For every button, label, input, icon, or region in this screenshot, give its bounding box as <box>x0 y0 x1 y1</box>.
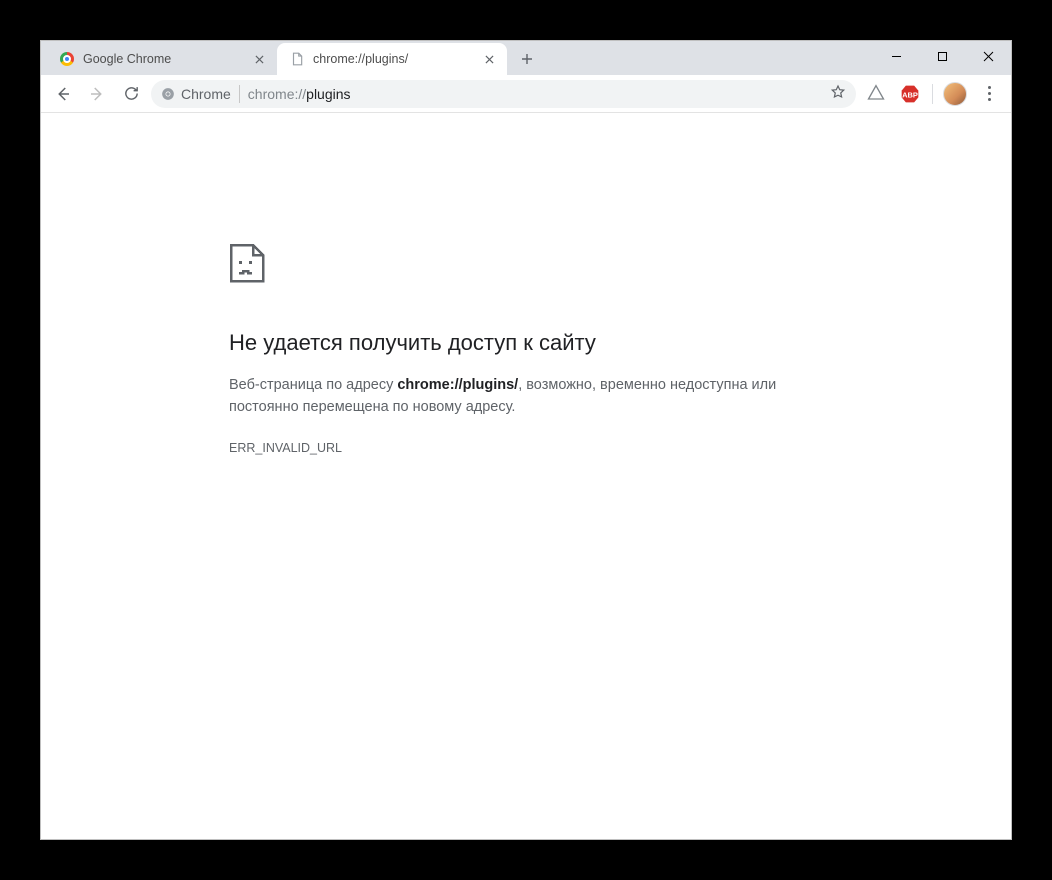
browser-window: Google Chrome chrome://plugins/ <box>40 40 1012 840</box>
toolbar: Chrome chrome://plugins ABP <box>41 75 1011 113</box>
chrome-menu-button[interactable] <box>975 80 1003 108</box>
error-message: Веб-страница по адресу chrome://plugins/… <box>229 374 809 419</box>
back-button[interactable] <box>49 80 77 108</box>
error-title: Не удается получить доступ к сайту <box>229 330 1011 356</box>
tab-title: chrome://plugins/ <box>313 52 473 66</box>
tab-active[interactable]: chrome://plugins/ <box>277 43 507 75</box>
yandex-extension-icon[interactable] <box>862 80 890 108</box>
tab-inactive[interactable]: Google Chrome <box>47 43 277 75</box>
url-text: chrome://plugins <box>248 86 822 102</box>
site-chip: Chrome <box>161 85 240 103</box>
tab-title: Google Chrome <box>83 52 243 66</box>
bookmark-star-icon[interactable] <box>830 84 846 103</box>
minimize-button[interactable] <box>873 41 919 71</box>
tab-strip: Google Chrome chrome://plugins/ <box>41 41 1011 75</box>
window-controls <box>873 41 1011 71</box>
close-tab-icon[interactable] <box>251 51 267 67</box>
toolbar-divider <box>932 84 933 104</box>
maximize-button[interactable] <box>919 41 965 71</box>
page-content: Не удается получить доступ к сайту Веб-с… <box>41 113 1011 839</box>
sad-file-icon <box>229 243 1011 288</box>
svg-text:ABP: ABP <box>902 90 918 99</box>
error-code: ERR_INVALID_URL <box>229 441 1011 455</box>
chrome-icon <box>161 87 175 101</box>
adblock-extension-icon[interactable]: ABP <box>896 80 924 108</box>
address-bar[interactable]: Chrome chrome://plugins <box>151 80 856 108</box>
forward-button[interactable] <box>83 80 111 108</box>
profile-avatar[interactable] <box>941 80 969 108</box>
close-window-button[interactable] <box>965 41 1011 71</box>
new-tab-button[interactable] <box>513 45 541 73</box>
file-icon <box>289 51 305 67</box>
site-chip-label: Chrome <box>181 86 231 102</box>
close-tab-icon[interactable] <box>481 51 497 67</box>
reload-button[interactable] <box>117 80 145 108</box>
chrome-icon <box>59 51 75 67</box>
